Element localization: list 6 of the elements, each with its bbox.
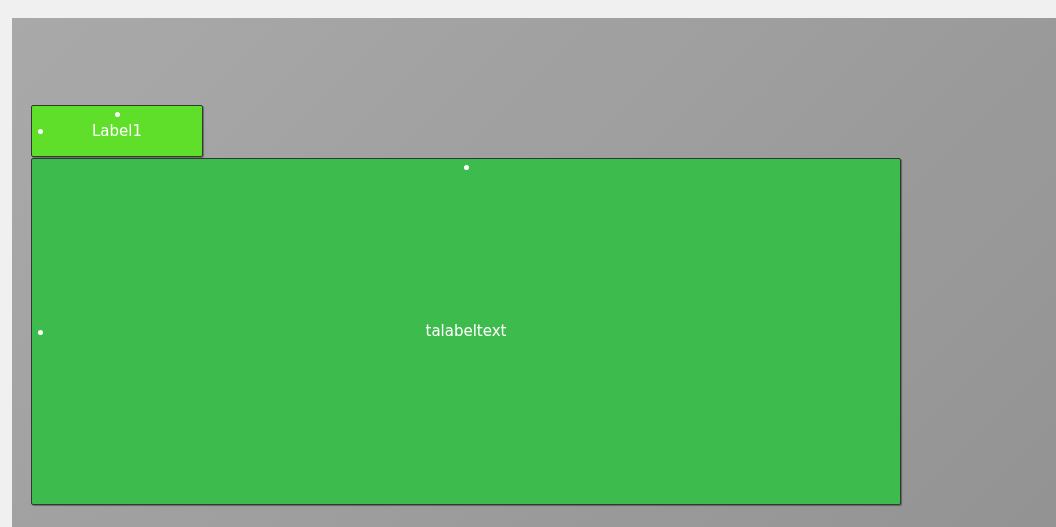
handle-icon[interactable] [38, 329, 43, 335]
handle-icon[interactable] [464, 165, 469, 170]
handle-icon[interactable] [115, 112, 120, 117]
label-control[interactable]: Label1 [31, 105, 203, 157]
label-control[interactable]: talabeltext [31, 158, 901, 505]
handle-icon[interactable] [38, 129, 43, 134]
